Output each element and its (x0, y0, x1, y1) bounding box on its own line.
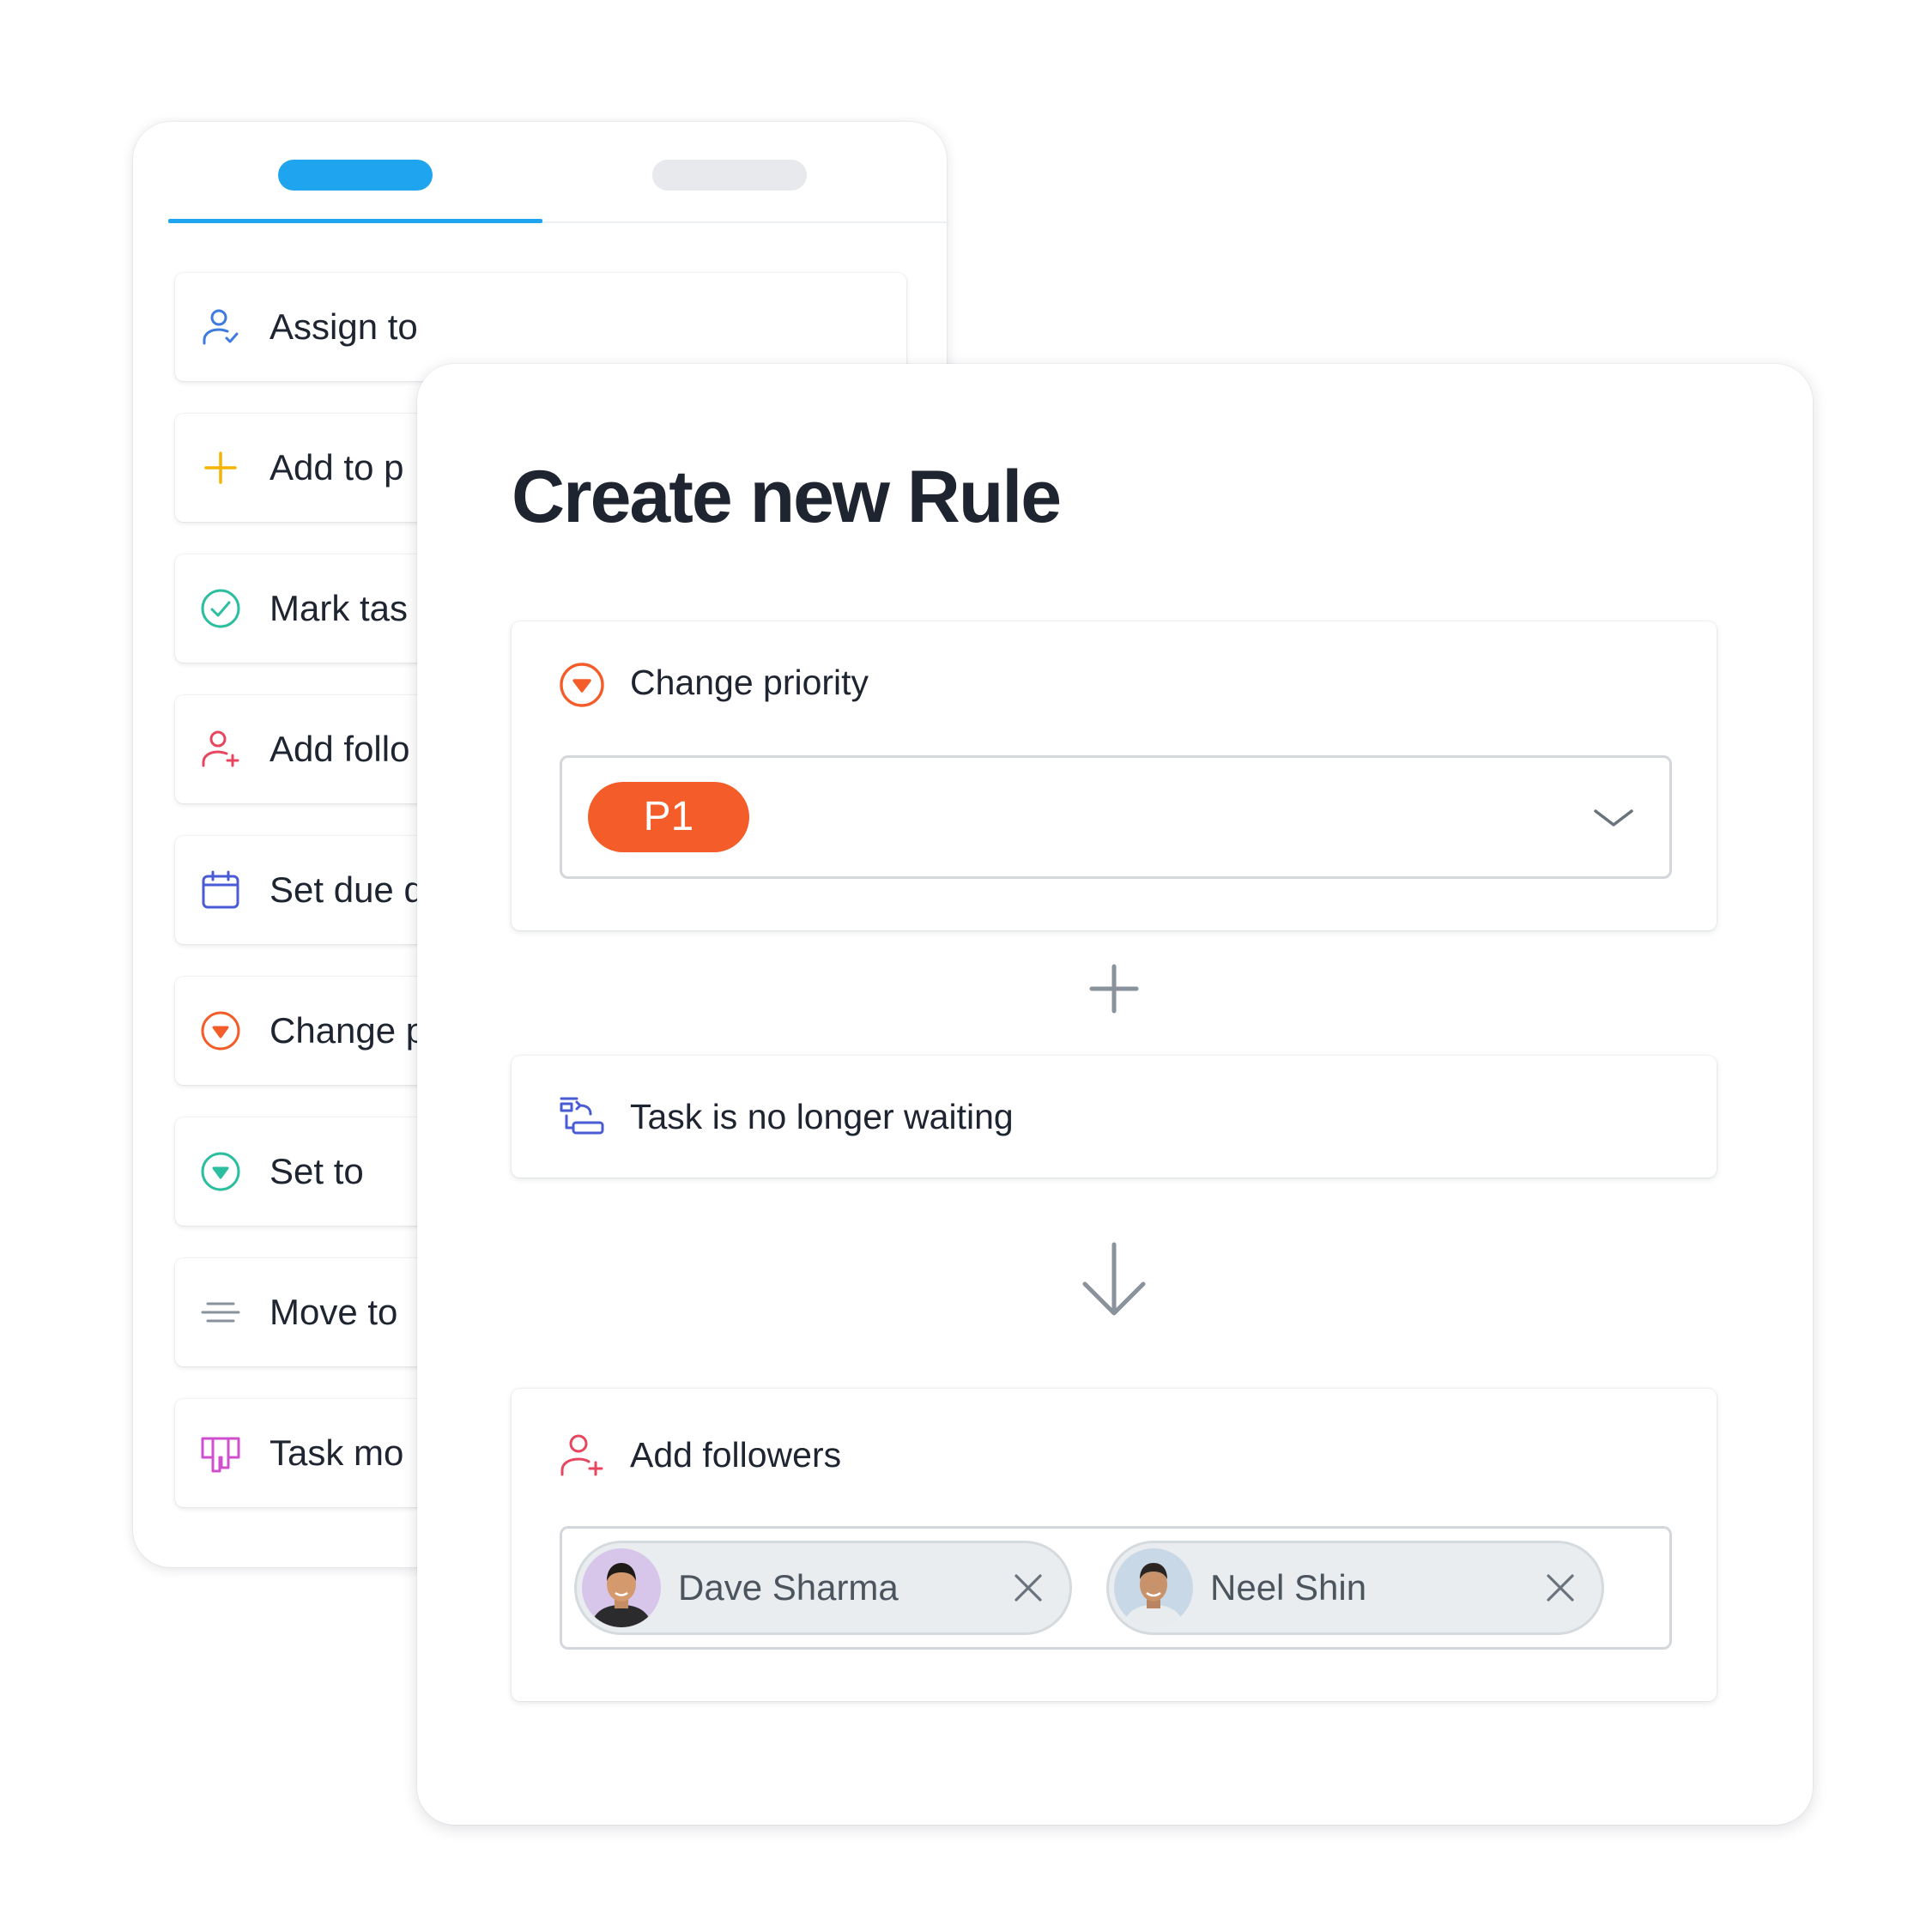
condition-label: Task is no longer waiting (630, 1097, 1014, 1136)
trigger-label: Change priority (630, 663, 869, 702)
action-label: Add followers (630, 1435, 842, 1475)
priority-down-icon (558, 661, 606, 709)
action-card: Add followers Dave Sharma Neel Shin (512, 1389, 1717, 1701)
lines-icon (199, 1291, 242, 1334)
action-item-label: Add follo (270, 729, 410, 769)
avatar (582, 1548, 661, 1627)
tab-active-indicator (168, 219, 542, 223)
tab-actions[interactable] (278, 160, 433, 191)
trigger-card: Change priority P1 (512, 621, 1717, 930)
user-plus-icon (558, 1432, 606, 1480)
followers-input[interactable]: Dave Sharma Neel Shin (560, 1526, 1672, 1650)
condition-card[interactable]: Task is no longer waiting (512, 1056, 1717, 1178)
action-item-label: Mark tas (270, 588, 409, 628)
action-item-label: Add to p (270, 447, 404, 488)
status-down-icon (199, 1150, 242, 1193)
chevron-down-icon[interactable] (1592, 801, 1635, 835)
tab-secondary[interactable] (652, 160, 807, 191)
action-item-label: Task mo (270, 1432, 404, 1473)
follower-name: Dave Sharma (678, 1567, 899, 1608)
priority-down-icon (199, 1009, 242, 1052)
priority-select[interactable]: P1 (560, 755, 1672, 879)
follower-chip: Dave Sharma (574, 1541, 1072, 1635)
user-check-icon (199, 306, 242, 348)
calendar-icon (199, 869, 242, 911)
follower-name: Neel Shin (1210, 1567, 1367, 1608)
close-icon[interactable] (1545, 1572, 1576, 1603)
close-icon[interactable] (1013, 1572, 1044, 1603)
action-item-label: Set to (270, 1151, 364, 1191)
user-plus-icon (199, 728, 242, 771)
dialog-title: Create new Rule (512, 456, 1062, 538)
action-item-label: Set due d (270, 869, 424, 910)
follower-chip: Neel Shin (1106, 1541, 1604, 1635)
board-icon (199, 1432, 242, 1475)
arrow-down-icon (1082, 1242, 1146, 1316)
action-item-label: Assign to (270, 306, 418, 347)
action-item-label: Move to (270, 1292, 398, 1332)
avatar (1114, 1548, 1193, 1627)
plus-icon (199, 446, 242, 489)
check-circle-icon (199, 587, 242, 630)
waiting-swap-icon (558, 1093, 606, 1142)
action-item-label: Change p (270, 1010, 427, 1051)
priority-chip: P1 (588, 782, 749, 852)
plus-icon[interactable] (1088, 963, 1140, 1014)
